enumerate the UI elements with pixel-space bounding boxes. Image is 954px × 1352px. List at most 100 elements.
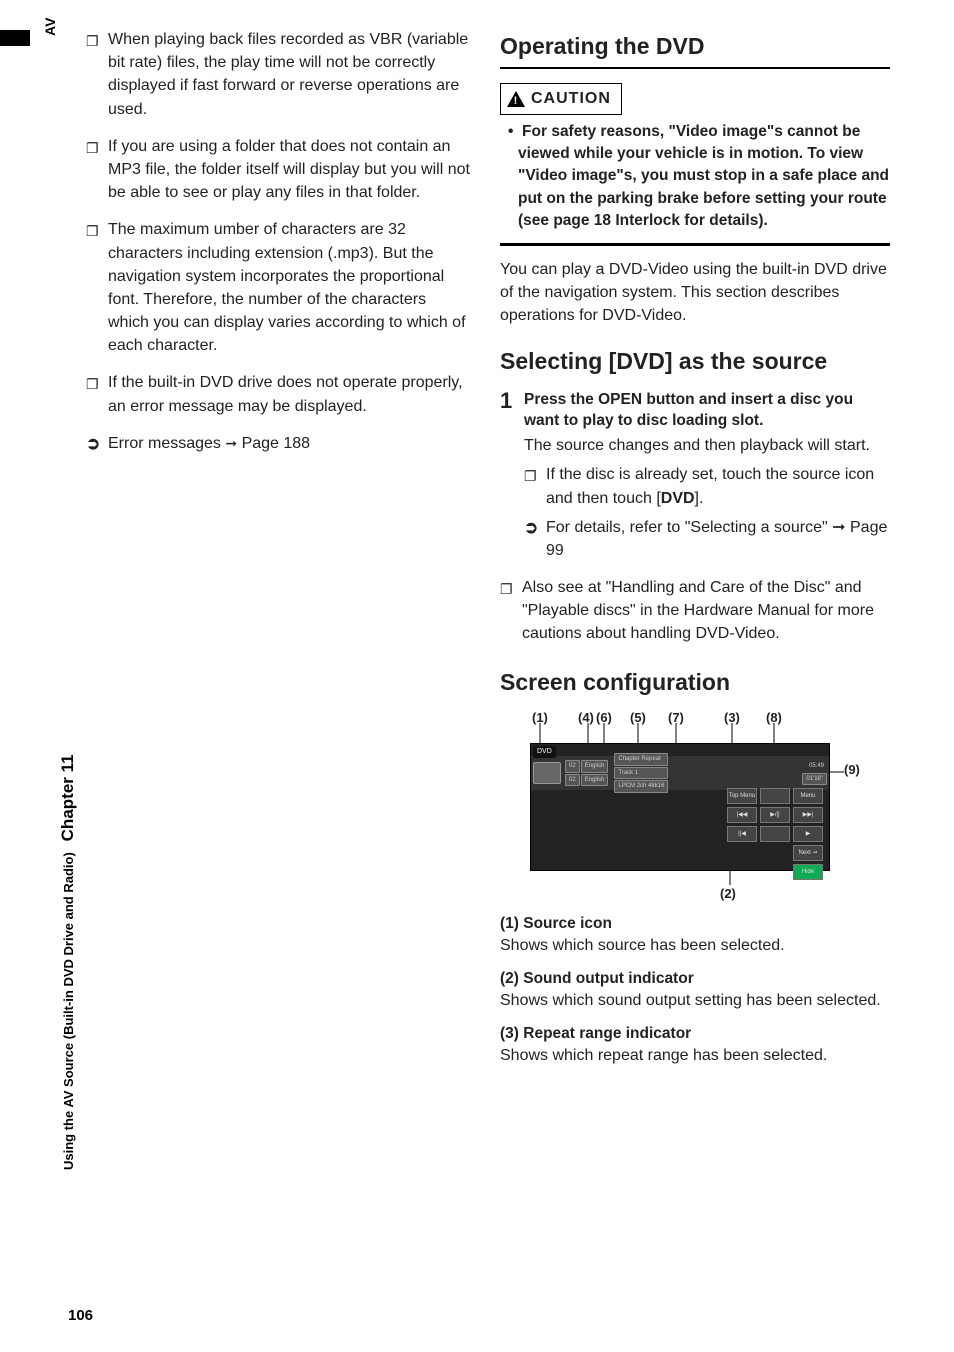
list-item: ❐ The maximum umber of characters are 32… [80, 218, 470, 357]
step-bold: OPEN [598, 391, 642, 408]
desc-title: (3) Repeat range indicator [500, 1023, 890, 1045]
intro-paragraph: You can play a DVD-Video using the built… [500, 258, 890, 328]
heading-text: ] as the source [665, 348, 827, 374]
desc-title: (2) Sound output indicator [500, 968, 890, 990]
right-column: Operating the DVD ! CAUTION • For safety… [500, 28, 890, 1078]
bullet-icon: ❐ [500, 576, 522, 646]
cross-reference: ➲ Error messages ➞ Page 188 [80, 432, 470, 457]
control-button: |◀◀ [727, 807, 757, 823]
step-number: 1 [500, 389, 524, 458]
sub-note: ❐ If the disc is already set, touch the … [500, 463, 890, 509]
sub-reference: ➲ For details, refer to "Selecting a sou… [500, 516, 890, 562]
control-button: ▶ [793, 826, 823, 842]
desc-title: (1) Source icon [500, 913, 890, 935]
fig-chip: 02 [565, 774, 580, 787]
heading-text: Selecting [ [500, 348, 616, 374]
fig-chip: 02 [565, 760, 580, 773]
fig-dvd-tag: DVD [533, 746, 556, 758]
caution-icon: ! [507, 91, 525, 107]
descriptions: (1) Source icon Shows which source has b… [500, 913, 890, 1068]
side-chapter: Chapter 11 [58, 754, 77, 841]
caution-body: For safety reasons, "Video image"s canno… [518, 123, 889, 230]
bullet-text: When playing back files recorded as VBR … [108, 28, 470, 121]
fig-chip: LPCM 2ch 48k16 [614, 780, 668, 793]
step-text: Press the [524, 391, 598, 408]
desc-body: Shows which repeat range has been select… [500, 1045, 890, 1067]
fig-controls: Top Menu Menu |◀◀ ▶/|| ▶▶| ||◀ ▶ Next ➞ … [727, 788, 823, 880]
figure-screenshot: DVD 02English 02English Chapter Repeat T… [530, 743, 830, 871]
desc-body: Shows which sound output setting has bee… [500, 990, 890, 1012]
text: ]. [695, 490, 704, 507]
note: ❐ Also see at "Handling and Care of the … [500, 576, 890, 646]
control-button: Menu [793, 788, 823, 804]
sub-ref-text: For details, refer to "Selecting a sourc… [546, 516, 890, 562]
desc-body: Shows which source has been selected. [500, 935, 890, 957]
control-button [760, 788, 790, 804]
side-running-head: Using the AV Source (Built-in DVD Drive … [58, 754, 78, 1170]
fig-label-4: (4) [578, 709, 594, 728]
side-tab [0, 30, 30, 46]
list-item: ❐ When playing back files recorded as VB… [80, 28, 470, 121]
bullet-icon: ❐ [86, 218, 108, 357]
list-item: ❐ If you are using a folder that does no… [80, 135, 470, 205]
bullet-text: If the built-in DVD drive does not opera… [108, 371, 470, 417]
bullet-text: The maximum umber of characters are 32 c… [108, 218, 470, 357]
text: If the disc is already set, touch the so… [546, 466, 874, 506]
fig-label-6: (6) [596, 709, 612, 728]
heading-screen-config: Screen configuration [500, 666, 890, 699]
list-item: ❐ If the built-in DVD drive does not ope… [80, 371, 470, 417]
fig-time: 05:49 [806, 761, 827, 772]
control-button: ▶/|| [760, 807, 790, 823]
fig-label-1: (1) [532, 709, 548, 728]
step-lead: Press the OPEN button and insert a disc … [524, 389, 890, 432]
av-label: AV [42, 18, 58, 36]
heading-bold: DVD [656, 33, 705, 59]
fig-label-9: (9) [844, 761, 860, 780]
side-section: Using the AV Source (Built-in DVD Drive … [61, 852, 76, 1170]
figure-top-ticks [530, 709, 840, 743]
reference-icon: ➲ [86, 432, 108, 457]
ref-page: Page 188 [242, 435, 311, 452]
fig-chip: Chapter Repeat [614, 753, 668, 766]
control-button: ||◀ [727, 826, 757, 842]
caution-text: • For safety reasons, "Video image"s can… [500, 121, 890, 233]
control-button: ▶▶| [793, 807, 823, 823]
fig-chip: English [581, 760, 609, 773]
fig-chip: Track 1 [614, 767, 668, 780]
ref-text: Error messages [108, 435, 221, 452]
heading-operating-dvd: Operating the DVD [500, 30, 890, 69]
bullet-text: If you are using a folder that does not … [108, 135, 470, 205]
page-number: 106 [68, 1307, 93, 1324]
fig-label-3: (3) [724, 709, 740, 728]
bullet-icon: ❐ [86, 371, 108, 417]
fig-label-7: (7) [668, 709, 684, 728]
control-button: Next ➞ [793, 845, 823, 861]
heading-text: Operating the [500, 33, 656, 59]
fig-label-2: (2) [720, 885, 736, 904]
note-text: Also see at "Handling and Care of the Di… [522, 576, 890, 646]
heading-selecting-source: Selecting [DVD] as the source [500, 345, 890, 378]
text-bold: DVD [661, 490, 695, 507]
bullet-icon: ❐ [86, 28, 108, 121]
screen-config-figure: (1) (4) (6) (5) (7) (3) (8) DVD 02Englis… [530, 709, 840, 899]
control-button [760, 826, 790, 842]
svg-text:!: ! [514, 95, 519, 107]
heading-bold: DVD [616, 348, 665, 374]
sub-note-text: If the disc is already set, touch the so… [546, 463, 890, 509]
reference-icon: ➲ [524, 516, 546, 562]
caution-block: ! CAUTION • For safety reasons, "Video i… [500, 83, 890, 246]
control-hide-button: Hide [793, 864, 823, 880]
caution-word: CAUTION [531, 87, 611, 110]
bullet-icon: ❐ [86, 135, 108, 205]
source-icon [533, 762, 561, 784]
left-column: ❐ When playing back files recorded as VB… [80, 28, 470, 1078]
fig-label-8: (8) [766, 709, 782, 728]
fig-chip: English [581, 774, 609, 787]
caution-label: ! CAUTION [500, 83, 622, 114]
control-button: Top Menu [727, 788, 757, 804]
bullet-icon: ❐ [524, 463, 546, 509]
step-1: 1 Press the OPEN button and insert a dis… [500, 389, 890, 458]
step-sub: The source changes and then playback wil… [524, 434, 890, 457]
arrow-icon: ➞ [225, 435, 237, 451]
fig-elapsed: 01'18" [802, 773, 827, 786]
